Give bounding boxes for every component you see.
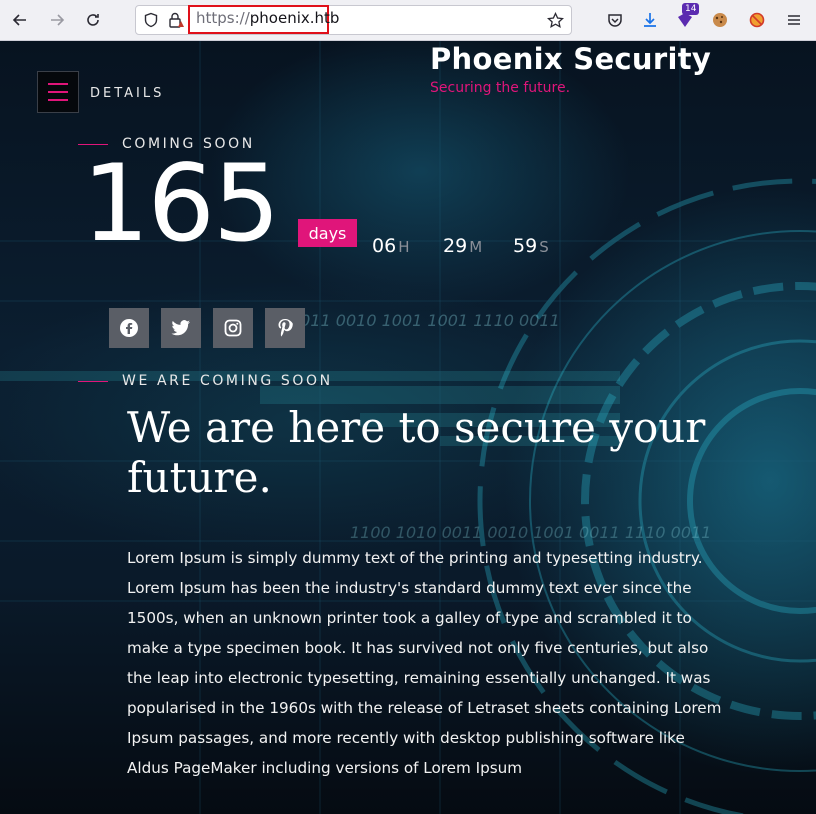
seconds-label: S [539,238,549,256]
lock-warning-icon[interactable] [167,11,185,29]
bookmark-star-icon[interactable] [547,12,564,29]
forward-button[interactable] [45,8,69,32]
extension-badge: 14 [682,3,700,15]
url-host: phoenix.htb [249,9,340,27]
accent-line [78,381,108,382]
hero-section: 0011 0010 1001 1001 1110 0011 1100 1010 … [0,41,816,814]
brand-title: Phoenix Security [430,42,712,76]
reload-icon [87,14,99,26]
blocker-extension-button[interactable] [745,8,769,32]
headline: We are here to secure your future. [127,403,706,502]
forward-arrow-icon [51,14,65,26]
details-menu-button[interactable] [37,71,79,113]
shield-icon[interactable] [143,12,159,28]
menu-line [48,83,68,85]
back-arrow-icon [12,14,26,26]
pinterest-link[interactable] [265,308,305,348]
facebook-icon [120,319,138,337]
downloads-button[interactable] [638,8,662,32]
minutes-value: 29 [443,235,468,257]
brand-tagline: Securing the future. [430,80,571,96]
countdown-hours: 06 H [372,235,409,257]
days-badge: days [298,219,357,247]
menu-line [48,99,68,101]
intro-paragraph: Lorem Ipsum is simply dummy text of the … [127,549,722,777]
twitter-link[interactable] [161,308,201,348]
hours-value: 06 [372,235,397,257]
menu-line [48,91,68,93]
countdown-days: 165 [82,142,280,265]
binary-decoration-2: 1100 1010 0011 0010 1001 0011 1110 0011 [350,523,712,542]
app-menu-button[interactable] [782,8,806,32]
instagram-link[interactable] [213,308,253,348]
countdown-seconds: 59 S [513,235,549,257]
blocker-icon [749,12,765,28]
download-icon [644,13,656,27]
back-button[interactable] [8,8,32,32]
url-scheme: https:// [196,9,250,27]
pocket-icon [608,14,622,27]
details-label[interactable]: DETAILS [90,86,164,101]
hours-label: H [398,238,410,256]
countdown-minutes: 29 M [443,235,482,257]
instagram-icon [224,319,242,337]
minutes-label: M [469,238,483,256]
pocket-button[interactable] [603,8,627,32]
hamburger-menu-icon [788,15,800,25]
url-text[interactable]: https://phoenix.htb [196,9,339,27]
section-label: WE ARE COMING SOON [122,373,333,389]
binary-decoration-1: 0011 0010 1001 1001 1110 0011 [290,311,560,330]
pinterest-icon [278,319,293,337]
facebook-link[interactable] [109,308,149,348]
cookie-icon [713,13,727,27]
browser-toolbar: https://phoenix.htb 14 [0,0,816,41]
seconds-value: 59 [513,235,538,257]
twitter-icon [171,320,190,336]
reload-button[interactable] [81,8,105,32]
cookie-extension-button[interactable] [708,8,732,32]
